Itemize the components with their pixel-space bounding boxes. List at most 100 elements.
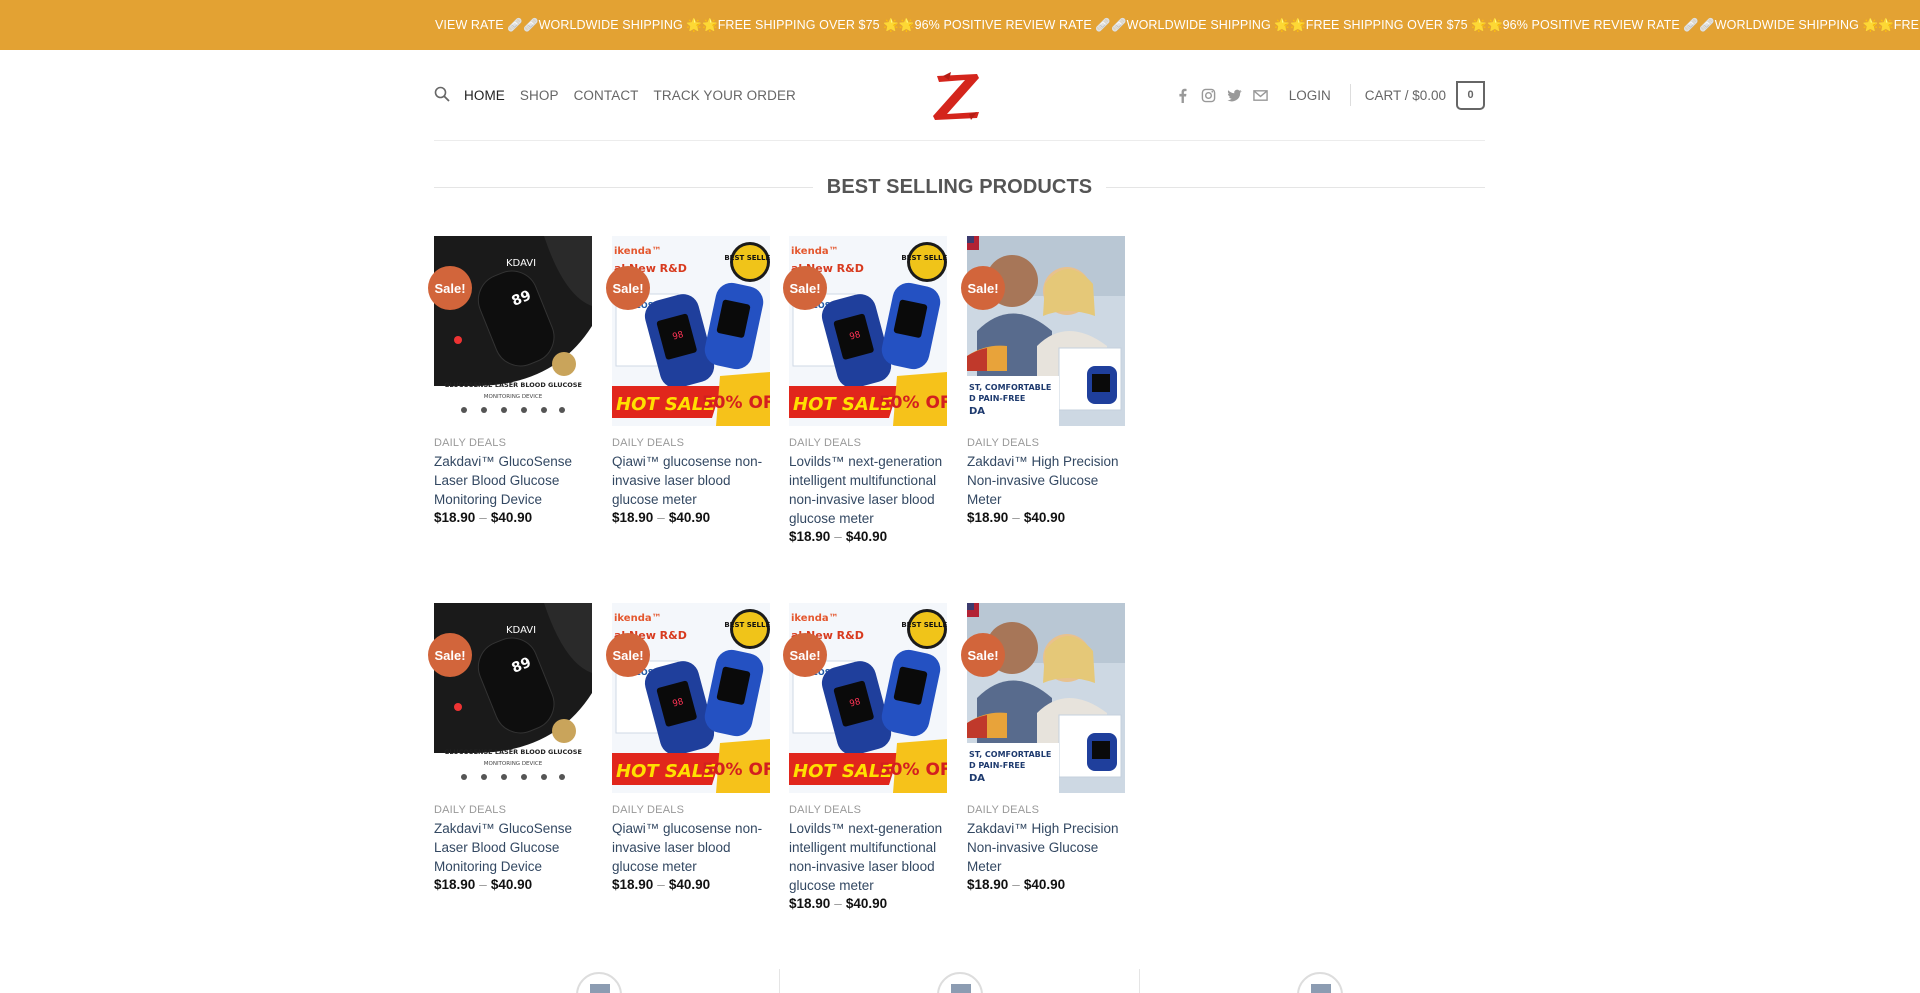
price-separator: –	[834, 529, 842, 544]
price-separator: –	[479, 510, 487, 525]
art-subcaption: MONITORING DEVICE	[484, 761, 543, 767]
product-price: $18.90– $40.90	[967, 877, 1127, 892]
product-image-link[interactable]: KDAVI 89 GLUCOSENSE LASER BLOOD GLUCOSE …	[434, 603, 592, 793]
product-card[interactable]: ST, COMFORTABLE D PAIN-FREE DA Sale! DAI…	[961, 603, 1127, 892]
cart-count-badge[interactable]: 0	[1456, 80, 1485, 110]
product-category[interactable]: DAILY DEALS	[612, 437, 772, 449]
product-price: $18.90– $40.90	[789, 529, 949, 544]
sale-badge: Sale!	[783, 266, 827, 310]
price-low: $18.90	[434, 510, 476, 525]
art-discount: 50% OFF	[702, 760, 770, 780]
art-caption: GLUCOSENSE LASER BLOOD GLUCOSE	[444, 381, 582, 389]
art-copy-1: ST, COMFORTABLE	[969, 750, 1051, 759]
sale-badge: Sale!	[783, 633, 827, 677]
art-discount: 50% OFF	[879, 760, 947, 780]
price-separator: –	[657, 877, 665, 892]
product-card[interactable]: ST, COMFORTABLE D PAIN-FREE DA Sale! DAI…	[961, 236, 1127, 525]
price-separator: –	[479, 877, 487, 892]
search-icon[interactable]	[434, 86, 452, 104]
heading-line-right	[1106, 186, 1486, 188]
price-high: $40.90	[490, 510, 533, 525]
instagram-icon[interactable]	[1200, 86, 1218, 104]
product-title[interactable]: Zakdavi™ High Precision Non-invasive Glu…	[967, 819, 1127, 876]
feature-icon-2[interactable]	[937, 972, 983, 993]
section-title: BEST SELLING PRODUCTS	[826, 175, 1093, 198]
header-divider	[1349, 84, 1351, 106]
column-divider	[779, 969, 780, 993]
product-title[interactable]: Qiawi™ glucosense non-invasive laser blo…	[612, 452, 772, 509]
product-price: $18.90– $40.90	[434, 877, 594, 892]
product-price: $18.90– $40.90	[612, 510, 772, 525]
product-image-link[interactable]: ikenda™ al New R&D BEST SELLER GLUCOSENS…	[612, 603, 770, 793]
product-title[interactable]: Lovilds™ next-generation intelligent mul…	[789, 819, 949, 895]
product-price: $18.90– $40.90	[434, 510, 594, 525]
price-separator: –	[1012, 510, 1020, 525]
sale-badge: Sale!	[961, 266, 1005, 310]
art-caption: GLUCOSENSE LASER BLOOD GLUCOSE	[444, 748, 582, 756]
product-title[interactable]: Zakdavi™ GlucoSense Laser Blood Glucose …	[434, 819, 594, 876]
product-image-link[interactable]: ikenda™ al New R&D BEST SELLER GLUCOSENS…	[789, 603, 947, 793]
feature-row	[434, 965, 1485, 993]
price-low: $18.90	[789, 896, 831, 911]
art-brand: ikenda™	[614, 613, 662, 624]
product-card[interactable]: ikenda™ al New R&D BEST SELLER GLUCOSENS…	[606, 603, 772, 892]
price-separator: –	[1012, 877, 1020, 892]
cart-link[interactable]: CART / $0.00	[1365, 88, 1446, 103]
product-image: KDAVI 89 GLUCOSENSE LASER BLOOD GLUCOSE …	[434, 236, 592, 426]
product-category[interactable]: DAILY DEALS	[967, 804, 1127, 816]
logo-z-icon	[921, 66, 991, 126]
product-title[interactable]: Zakdavi™ GlucoSense Laser Blood Glucose …	[434, 452, 594, 509]
announcement-marquee: VIEW RATE 🩹🩹WORLDWIDE SHIPPING 🌟🌟FREE SH…	[435, 18, 1920, 32]
product-image: KDAVI 89 GLUCOSENSE LASER BLOOD GLUCOSE …	[434, 603, 592, 793]
feature-icon-1[interactable]	[576, 972, 622, 993]
product-image-link[interactable]: ST, COMFORTABLE D PAIN-FREE DA	[967, 236, 1125, 426]
product-card[interactable]: ikenda™ al New R&D BEST SELLER GLUCOSENS…	[606, 236, 772, 525]
product-title[interactable]: Lovilds™ next-generation intelligent mul…	[789, 452, 949, 528]
product-category[interactable]: DAILY DEALS	[434, 437, 594, 449]
art-copy-2: D PAIN-FREE	[969, 394, 1025, 403]
site-logo[interactable]	[917, 64, 995, 128]
product-image: ikenda™ al New R&D BEST SELLER GLUCOSENS…	[789, 603, 947, 793]
nav-track-order[interactable]: TRACK YOUR ORDER	[654, 88, 796, 103]
product-card[interactable]: ikenda™ al New R&D BEST SELLER GLUCOSENS…	[783, 603, 949, 911]
product-image: ST, COMFORTABLE D PAIN-FREE DA	[967, 236, 1125, 426]
product-price: $18.90– $40.90	[967, 510, 1127, 525]
product-card[interactable]: KDAVI 89 GLUCOSENSE LASER BLOOD GLUCOSE …	[428, 603, 594, 892]
nav-shop[interactable]: SHOP	[520, 88, 559, 103]
product-price: $18.90– $40.90	[612, 877, 772, 892]
product-image-link[interactable]: ikenda™ al New R&D BEST SELLER GLUCOSENS…	[789, 236, 947, 426]
price-low: $18.90	[789, 529, 831, 544]
sale-badge: Sale!	[428, 633, 472, 677]
art-discount: 50% OFF	[879, 393, 947, 413]
price-low: $18.90	[612, 877, 654, 892]
price-low: $18.90	[612, 510, 654, 525]
nav-home[interactable]: HOME	[464, 88, 505, 103]
product-title[interactable]: Qiawi™ glucosense non-invasive laser blo…	[612, 819, 772, 876]
product-category[interactable]: DAILY DEALS	[967, 437, 1127, 449]
product-category[interactable]: DAILY DEALS	[612, 804, 772, 816]
product-title[interactable]: Zakdavi™ High Precision Non-invasive Glu…	[967, 452, 1127, 509]
price-high: $40.90	[1023, 877, 1066, 892]
product-card[interactable]: KDAVI 89 GLUCOSENSE LASER BLOOD GLUCOSE …	[428, 236, 594, 525]
site-header: HOME SHOP CONTACT TRACK YOUR ORDER LOGIN…	[434, 50, 1485, 141]
price-separator: –	[657, 510, 665, 525]
nav-contact[interactable]: CONTACT	[574, 88, 639, 103]
product-image: ikenda™ al New R&D BEST SELLER GLUCOSENS…	[612, 236, 770, 426]
art-copy-1: ST, COMFORTABLE	[969, 383, 1051, 392]
product-category[interactable]: DAILY DEALS	[789, 437, 949, 449]
sale-badge: Sale!	[428, 266, 472, 310]
email-icon[interactable]	[1252, 86, 1270, 104]
product-image-link[interactable]: ST, COMFORTABLE D PAIN-FREE DA	[967, 603, 1125, 793]
product-image-link[interactable]: KDAVI 89 GLUCOSENSE LASER BLOOD GLUCOSE …	[434, 236, 592, 426]
art-brand: KDAVI	[506, 258, 536, 269]
product-image-link[interactable]: ikenda™ al New R&D BEST SELLER GLUCOSENS…	[612, 236, 770, 426]
price-low: $18.90	[967, 877, 1009, 892]
heading-line-left	[434, 186, 813, 188]
feature-icon-3[interactable]	[1297, 972, 1343, 993]
facebook-icon[interactable]	[1174, 86, 1192, 104]
login-link[interactable]: LOGIN	[1289, 88, 1331, 103]
product-category[interactable]: DAILY DEALS	[789, 804, 949, 816]
product-card[interactable]: ikenda™ al New R&D BEST SELLER GLUCOSENS…	[783, 236, 949, 544]
twitter-icon[interactable]	[1226, 86, 1244, 104]
product-category[interactable]: DAILY DEALS	[434, 804, 594, 816]
